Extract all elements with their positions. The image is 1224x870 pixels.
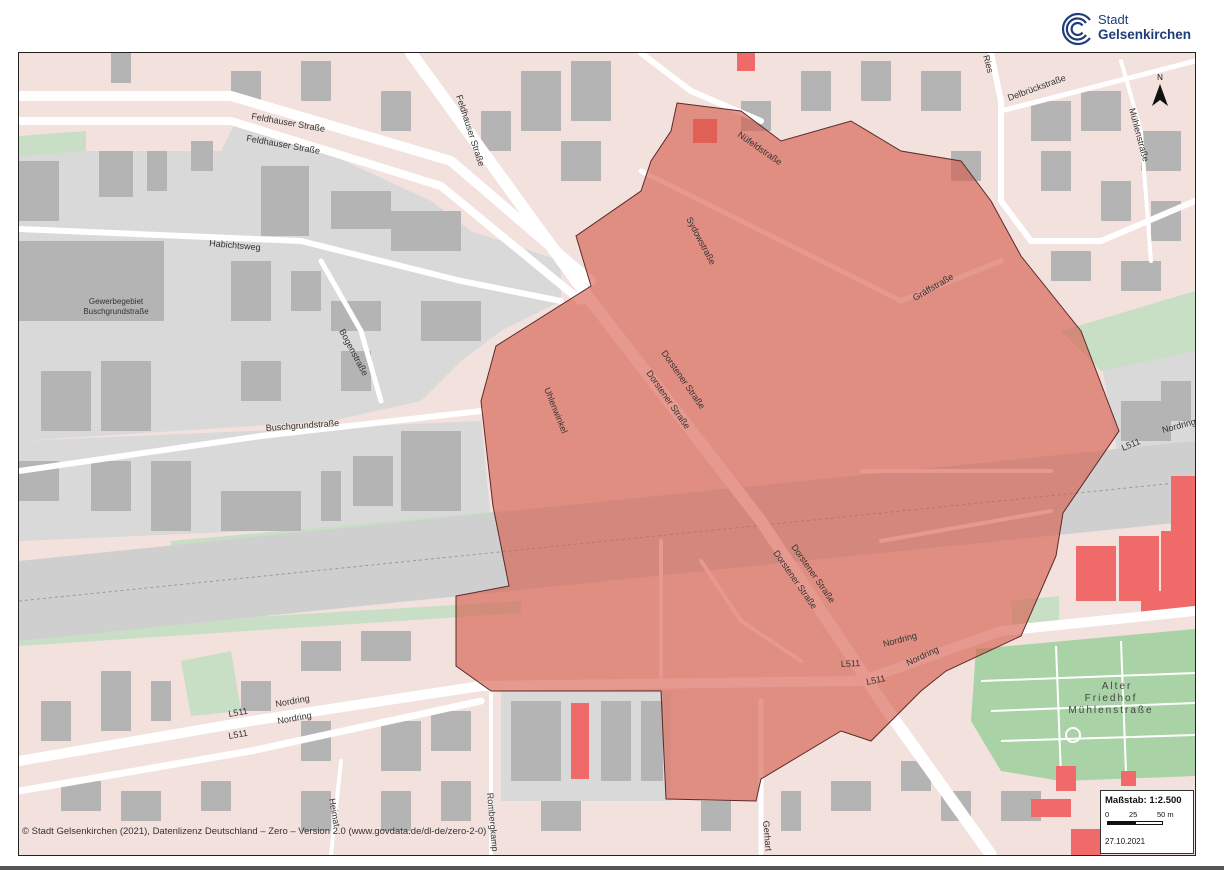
label-gewerbe-2: Buschgrundstraße — [83, 307, 149, 316]
north-arrow: N — [1150, 72, 1170, 110]
scale-bar — [1107, 821, 1163, 825]
logo-rings-icon — [1061, 12, 1091, 46]
label-friedhof-3: Mühlenstraße — [1068, 705, 1153, 716]
label-friedhof-2: Friedhof — [1085, 693, 1138, 704]
scale-legend: Maßstab: 1:2.500 0 25 50 m 27.10.2021 — [1100, 790, 1194, 854]
scale-title: Maßstab: 1:2.500 — [1105, 795, 1182, 806]
scale-tick-50: 50 m — [1157, 810, 1174, 819]
bottom-border — [0, 866, 1224, 870]
scale-bar-segment-1 — [1107, 821, 1135, 825]
scale-tick-25: 25 — [1129, 810, 1138, 819]
label-l511-b: L511 — [228, 728, 249, 741]
logo-line-1: Stadt — [1098, 12, 1129, 27]
scale-bar-segment-2 — [1135, 821, 1163, 825]
label-nordring-3: Nordring — [275, 693, 311, 709]
label-l511-c: L511 — [841, 658, 861, 669]
map-frame[interactable]: Feldhauser Straße Feldhauser Straße Feld… — [18, 52, 1196, 856]
north-label: N — [1157, 73, 1163, 82]
logo-line-2: Gelsenkirchen — [1098, 27, 1192, 42]
label-romberg: Rombergkamp — [485, 792, 500, 852]
city-logo: Stadt Gelsenkirchen — [1060, 12, 1200, 46]
logo-text: Stadt Gelsenkirchen — [1098, 12, 1191, 42]
map-date: 27.10.2021 — [1105, 837, 1146, 846]
map-canvas[interactable]: Feldhauser Straße Feldhauser Straße Feld… — [19, 53, 1195, 855]
north-arrow-icon: N — [1152, 73, 1168, 106]
label-gewerbe-1: Gewerbegebiet — [89, 297, 144, 306]
label-friedhof-1: Alter — [1102, 681, 1133, 692]
copyright-notice: © Stadt Gelsenkirchen (2021), Datenlizen… — [22, 826, 487, 837]
scale-tick-0: 0 — [1105, 810, 1110, 819]
